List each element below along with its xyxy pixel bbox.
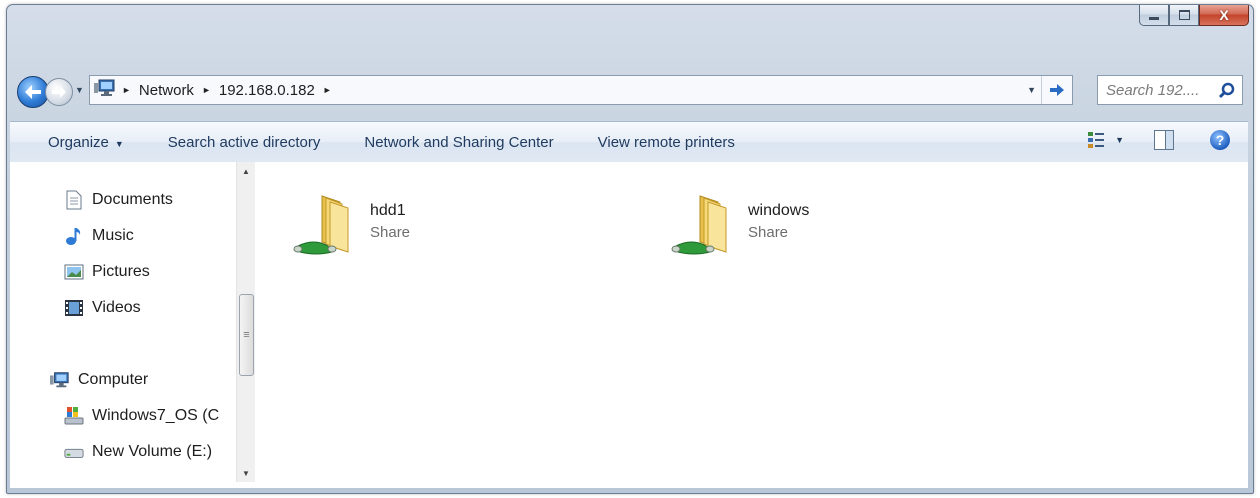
nav-item-windows-drive[interactable]: Windows7_OS (C [64,406,219,426]
share-text: hdd1 Share [370,202,410,241]
navigation-pane: Documents Music Pictures Videos Computer… [10,162,258,488]
computer-icon [50,370,70,390]
breadcrumb-separator-icon[interactable]: ► [202,85,211,95]
command-bar: Organize ▼ Search active directory Networ… [10,121,1248,163]
search-placeholder: Search 192.... [1106,81,1200,99]
nav-item-new-volume[interactable]: New Volume (E:) [64,442,212,462]
minimize-button[interactable] [1139,5,1169,26]
refresh-button[interactable] [1041,76,1072,104]
close-icon: X [1219,7,1229,23]
share-name: hdd1 [370,202,406,219]
address-dropdown-icon[interactable]: ▼ [1027,85,1036,95]
back-arrow-icon [25,85,41,99]
scroll-thumb[interactable]: ≡ [239,294,254,376]
address-bar[interactable]: ► Network ► 192.168.0.182 ► ▼ [89,75,1073,105]
nav-item-label: Pictures [92,263,150,280]
scroll-down-icon[interactable]: ▼ [237,464,255,482]
share-item-hdd1[interactable]: hdd1 Share [292,192,410,264]
videos-icon [64,298,84,318]
search-icon[interactable] [1218,82,1236,104]
recent-pages-dropdown[interactable]: ▼ [75,85,84,95]
organize-button[interactable]: Organize ▼ [10,134,146,151]
forward-arrow-icon [52,86,66,98]
refresh-icon [1050,84,1064,96]
caption-buttons: X [1139,5,1249,26]
file-list: hdd1 Share windows Share [258,162,1248,488]
minimize-icon [1149,16,1159,20]
drive-icon [64,442,84,462]
share-text: windows Share [748,202,809,241]
nav-item-label: Windows7_OS (C [92,407,220,424]
breadcrumb-separator-icon[interactable]: ► [323,85,332,95]
toolbar-right: ▼ ? [1087,130,1230,150]
network-sharing-center-button[interactable]: Network and Sharing Center [342,134,575,151]
maximize-icon [1178,10,1190,20]
change-view-button[interactable]: ▼ [1087,131,1124,149]
nav-item-computer[interactable]: Computer [50,370,148,390]
nav-item-label: New Volume (E:) [92,443,213,460]
nav-item-label: Computer [78,371,149,388]
nav-item-videos[interactable]: Videos [64,298,141,318]
preview-pane-button[interactable] [1154,130,1174,150]
shared-folder-icon [670,192,742,264]
search-active-directory-button[interactable]: Search active directory [146,134,343,151]
chevron-down-icon[interactable]: ▼ [1115,135,1124,145]
nav-item-music[interactable]: Music [64,226,134,246]
scroll-up-icon[interactable]: ▲ [237,162,255,180]
windows-drive-icon [64,406,84,426]
explorer-window: X ▼ ► Network ► 192.168.0.182 ► ▼ Search… [6,4,1254,494]
nav-item-documents[interactable]: Documents [64,190,173,210]
breadcrumb-host[interactable]: 192.168.0.182 [219,82,315,99]
forward-button[interactable] [45,78,73,106]
network-computer-icon [94,79,116,101]
breadcrumb-separator-icon[interactable]: ► [122,85,131,95]
organize-label: Organize [48,133,109,151]
views-icon [1088,132,1105,148]
help-icon: ? [1215,132,1225,148]
music-icon [64,226,84,246]
maximize-button[interactable] [1169,5,1199,26]
share-type: Share [748,224,789,241]
shared-folder-icon [292,192,364,264]
nav-item-label: Music [92,227,134,244]
breadcrumb-network[interactable]: Network [139,82,194,99]
help-button[interactable]: ? [1210,130,1230,150]
share-item-windows[interactable]: windows Share [670,192,809,264]
nav-item-label: Videos [92,299,141,316]
nav-pane-scrollbar[interactable]: ▲ ≡ ▼ [236,162,255,482]
pictures-icon [64,262,84,282]
documents-icon [64,190,84,210]
navigation-row: ▼ ► Network ► 192.168.0.182 ► ▼ Search 1… [7,67,1253,113]
share-type: Share [370,224,411,241]
nav-item-label: Documents [92,191,173,208]
close-button[interactable]: X [1199,5,1249,26]
search-input[interactable]: Search 192.... [1097,75,1243,105]
share-name: windows [748,202,810,219]
nav-item-pictures[interactable]: Pictures [64,262,150,282]
status-divider [10,488,1248,490]
content-area: Documents Music Pictures Videos Computer… [10,162,1248,488]
view-remote-printers-button[interactable]: View remote printers [576,134,757,151]
chevron-down-icon: ▼ [114,138,124,149]
